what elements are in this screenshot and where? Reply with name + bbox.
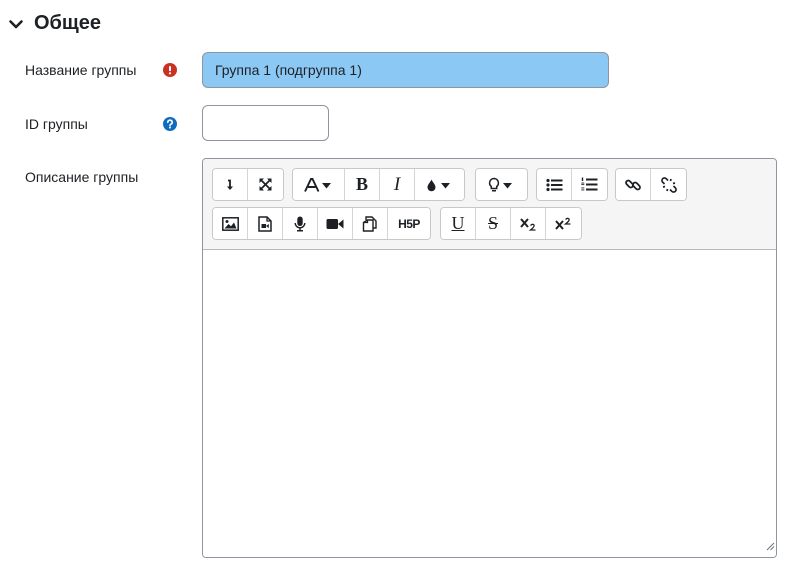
description-editor: B I H5P U S xyxy=(202,158,777,558)
accessibility-button[interactable] xyxy=(476,169,527,200)
group-id-input[interactable] xyxy=(202,105,329,141)
manage-files-button[interactable] xyxy=(353,208,388,239)
image-button[interactable] xyxy=(213,208,248,239)
image-icon xyxy=(221,216,239,231)
resize-handle-icon[interactable] xyxy=(766,538,775,556)
subscript-icon xyxy=(519,217,537,231)
font-style-button[interactable] xyxy=(293,169,345,200)
manage-files-icon xyxy=(362,215,378,232)
toolbar-group-links xyxy=(615,168,687,201)
superscript-button[interactable] xyxy=(546,208,581,239)
section-toggle[interactable]: Общее xyxy=(8,12,101,35)
toolbar-group-lists xyxy=(536,168,608,201)
unlink-icon xyxy=(660,176,677,193)
superscript-icon xyxy=(555,217,572,231)
editor-toolbar: B I H5P U S xyxy=(203,159,776,250)
h5p-button[interactable]: H5P xyxy=(388,208,430,239)
unordered-list-button[interactable] xyxy=(537,169,572,200)
ordered-list-button[interactable] xyxy=(572,169,607,200)
h5p-icon: H5P xyxy=(398,216,420,231)
media-icon xyxy=(258,215,272,232)
bold-button[interactable]: B xyxy=(345,169,380,200)
toolbar-group-accessibility xyxy=(475,168,528,201)
fullscreen-button[interactable] xyxy=(248,169,283,200)
chevron-down-icon xyxy=(8,16,24,32)
group-name-input[interactable] xyxy=(202,52,609,88)
group-description-label: Описание группы xyxy=(25,169,139,185)
group-id-label: ID группы xyxy=(25,116,88,132)
bulb-icon xyxy=(487,177,517,193)
toolbar-group-format: U S xyxy=(440,207,582,240)
subscript-button[interactable] xyxy=(511,208,546,239)
toolbar-group-collapse xyxy=(212,168,284,201)
italic-icon: I xyxy=(393,173,401,195)
record-video-button[interactable] xyxy=(318,208,353,239)
toolbar-group-insert: H5P xyxy=(212,207,431,240)
unlink-button[interactable] xyxy=(651,169,686,200)
link-button[interactable] xyxy=(616,169,651,200)
record-audio-icon xyxy=(294,216,306,232)
show-more-icon xyxy=(223,178,237,192)
record-audio-button[interactable] xyxy=(283,208,318,239)
ordered-list-icon xyxy=(581,177,598,192)
text-color-button[interactable] xyxy=(415,169,464,200)
link-icon xyxy=(625,177,641,193)
editor-content-area[interactable] xyxy=(203,250,776,557)
required-icon xyxy=(163,63,177,77)
media-button[interactable] xyxy=(248,208,283,239)
toolbar-group-style: B I xyxy=(292,168,465,201)
section-title: Общее xyxy=(34,12,102,34)
underline-button[interactable]: U xyxy=(441,208,476,239)
fullscreen-icon xyxy=(258,177,273,192)
bold-icon: B xyxy=(355,174,368,194)
group-name-label: Название группы xyxy=(25,62,137,78)
help-icon[interactable] xyxy=(163,117,177,131)
record-video-icon xyxy=(326,218,344,230)
text-color-icon xyxy=(426,178,454,192)
strikethrough-button[interactable]: S xyxy=(476,208,511,239)
italic-button[interactable]: I xyxy=(380,169,415,200)
strikethrough-icon: S xyxy=(487,213,498,233)
show-more-button[interactable] xyxy=(213,169,248,200)
underline-icon: U xyxy=(451,213,465,233)
font-style-icon xyxy=(303,177,334,192)
unordered-list-icon xyxy=(545,178,563,192)
